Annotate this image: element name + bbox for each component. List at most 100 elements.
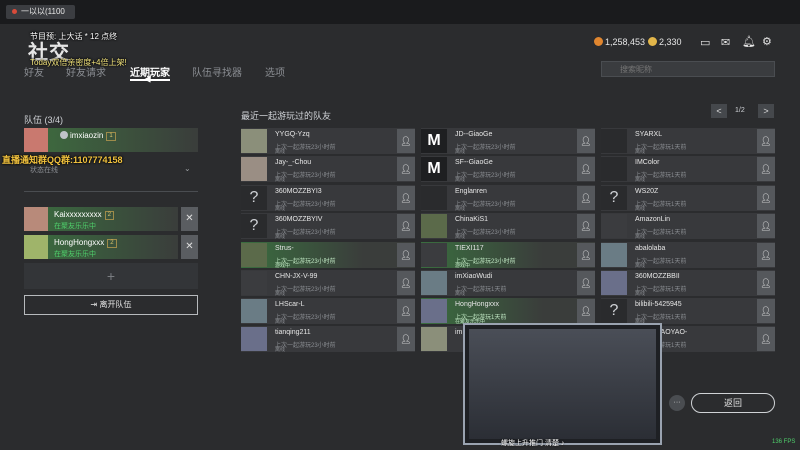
add-friend-button[interactable]: 👤︎ [577, 186, 595, 210]
avatar [421, 214, 447, 238]
party-member-name-row: Kaixxxxxxxxx 2 [54, 210, 114, 220]
party-member-name-row: HongHongxxx 2 [54, 238, 117, 248]
avatar [24, 128, 48, 152]
search-input[interactable] [601, 61, 775, 77]
recent-player-card[interactable]: Englanren 上次一起游玩23小时前 离线 👤︎ [421, 185, 595, 212]
currency-coins: 1,258,453 [594, 37, 645, 47]
recent-player-card[interactable]: 360MOZZBBII 上次一起游玩1天前 离线 👤︎ [601, 270, 775, 297]
add-friend-button[interactable]: 👤︎ [577, 271, 595, 295]
add-friend-button[interactable]: 👤︎ [397, 129, 415, 153]
bell-icon[interactable]: 🔔︎ [742, 35, 756, 48]
prev-page-button[interactable]: < [711, 104, 727, 118]
recent-player-status: 离线 [635, 177, 646, 183]
add-party-member-button[interactable]: + [24, 263, 198, 289]
party-leader-card[interactable]: imxiaozin 1 [24, 128, 198, 152]
recent-player-card[interactable]: ? 360MOZZBYIV 上次一起游玩23小时前 离线 👤︎ [241, 213, 415, 240]
recent-player-card[interactable]: ChinaKiS1 上次一起游玩23小时前 离线 👤︎ [421, 213, 595, 240]
add-friend-button[interactable]: 👤︎ [397, 214, 415, 238]
avatar [241, 243, 267, 267]
gem-amount: 2,330 [659, 37, 682, 47]
next-page-button[interactable]: > [758, 104, 774, 118]
party-member-card[interactable]: Kaixxxxxxxxx 2 在聚友乐乐中 [24, 207, 178, 231]
avatar: M [421, 129, 447, 153]
add-friend-button[interactable]: 👤︎ [397, 243, 415, 267]
add-friend-button[interactable]: 👤︎ [397, 186, 415, 210]
add-friend-button[interactable]: 👤︎ [757, 271, 775, 295]
add-friend-button[interactable]: 👤︎ [757, 157, 775, 181]
kick-member-button[interactable]: ✕ [181, 207, 198, 231]
add-friend-button[interactable]: 👤︎ [757, 129, 775, 153]
kick-member-button[interactable]: ✕ [181, 235, 198, 259]
recent-player-card[interactable]: HongHongxxx 上次一起游玩1天前 在聚友乐乐中 👤︎ [421, 298, 595, 325]
tab-options[interactable]: 选项 [265, 64, 285, 79]
party-leader-status: 状态在线 [30, 167, 58, 174]
chat-button[interactable]: ··· [669, 395, 685, 411]
add-friend-button[interactable]: 👤︎ [757, 243, 775, 267]
tab-friend-requests[interactable]: 好友请求 [66, 64, 106, 79]
recent-player-name: JD--GiaoGe [455, 131, 493, 138]
recent-player-card[interactable]: tianqing211 上次一起游玩23小时前 离线 👤︎ [241, 326, 415, 353]
webcam-caption: 螺旋上升推门 清楚 ♪ [501, 440, 565, 447]
chevron-down-icon[interactable]: ⌄ [184, 164, 191, 173]
recent-player-card[interactable]: ? WS20Z 上次一起游玩1天前 离线 👤︎ [601, 185, 775, 212]
recent-player-name: Jay-_-Chou [275, 159, 312, 166]
monitor-icon[interactable]: ▭ [700, 36, 710, 49]
recent-player-card[interactable]: TIEXI117 上次一起游玩23小时前 游戏中 👤︎ [421, 242, 595, 269]
recent-player-card[interactable]: CHN-JX-V-99 上次一起游玩23小时前 离线 👤︎ [241, 270, 415, 297]
avatar [24, 235, 48, 259]
recent-player-card[interactable]: Jay-_-Chou 上次一起游玩23小时前 离线 👤︎ [241, 156, 415, 183]
recent-player-card[interactable]: ? bilibili-5425945 上次一起游玩1天前 离线 👤︎ [601, 298, 775, 325]
add-friend-button[interactable]: 👤︎ [577, 214, 595, 238]
tab-party-finder[interactable]: 队伍寻找器 [192, 64, 242, 79]
party-member-card[interactable]: HongHongxxx 2 在聚友乐乐中 [24, 235, 178, 259]
add-friend-button[interactable]: 👤︎ [397, 327, 415, 351]
recent-player-status: 离线 [455, 149, 466, 155]
add-friend-button[interactable]: 👤︎ [757, 214, 775, 238]
recent-player-card[interactable]: M SF--GiaoGe 上次一起游玩23小时前 离线 👤︎ [421, 156, 595, 183]
recent-player-card[interactable]: AmazonLin 上次一起游玩1天前 离线 👤︎ [601, 213, 775, 240]
avatar [241, 129, 267, 153]
add-friend-button[interactable]: 👤︎ [577, 157, 595, 181]
unknown-avatar-icon: ? [601, 299, 627, 323]
recent-player-status: 离线 [275, 319, 286, 325]
recent-player-card[interactable]: YYGQ-Yzq 上次一起游玩23小时前 离线 👤︎ [241, 128, 415, 155]
recent-player-card[interactable]: IMColor 上次一起游玩1天前 离线 👤︎ [601, 156, 775, 183]
recent-player-status: 离线 [455, 206, 466, 212]
stream-title-badge: 一以以(1100 [6, 5, 75, 19]
avatar [421, 327, 447, 351]
mail-icon[interactable]: ✉ [721, 36, 730, 49]
avatar: M [421, 157, 447, 181]
recent-player-card[interactable]: M JD--GiaoGe 上次一起游玩23小时前 离线 👤︎ [421, 128, 595, 155]
add-friend-button[interactable]: 👤︎ [757, 299, 775, 323]
add-friend-button[interactable]: 👤︎ [397, 299, 415, 323]
add-friend-button[interactable]: 👤︎ [577, 129, 595, 153]
recent-player-name: AmazonLin [635, 216, 671, 223]
add-friend-button[interactable]: 👤︎ [397, 271, 415, 295]
recent-player-name: Strus- [275, 245, 294, 252]
leave-party-button[interactable]: ⇥ 离开队伍 [24, 295, 198, 315]
tab-friends[interactable]: 好友 [24, 64, 44, 79]
add-friend-button[interactable]: 👤︎ [397, 157, 415, 181]
recent-player-card[interactable]: abalolaba 上次一起游玩1天前 离线 👤︎ [601, 242, 775, 269]
recent-player-card[interactable]: LHScar-L 上次一起游玩23小时前 离线 👤︎ [241, 298, 415, 325]
avatar [601, 129, 627, 153]
webcam-scene [469, 329, 656, 439]
gear-icon[interactable]: ⚙ [762, 35, 772, 48]
recent-player-status: 离线 [275, 347, 286, 353]
avatar [241, 157, 267, 181]
add-friend-button[interactable]: 👤︎ [757, 327, 775, 351]
recent-player-status: 离线 [275, 149, 286, 155]
add-friend-button[interactable]: 👤︎ [577, 299, 595, 323]
recent-player-status: 离线 [455, 291, 466, 297]
back-button[interactable]: 返回 [691, 393, 775, 413]
avatar [421, 243, 447, 267]
recent-player-card[interactable]: imXiaoWudi 上次一起游玩1天前 离线 👤︎ [421, 270, 595, 297]
recent-player-card[interactable]: ? 360MOZZBYI3 上次一起游玩23小时前 离线 👤︎ [241, 185, 415, 212]
add-friend-button[interactable]: 👤︎ [577, 243, 595, 267]
recent-player-card[interactable]: SYARXL 上次一起游玩1天前 离线 👤︎ [601, 128, 775, 155]
add-friend-button[interactable]: 👤︎ [757, 186, 775, 210]
recent-player-card[interactable]: Strus- 上次一起游玩23小时前 游戏中 👤︎ [241, 242, 415, 269]
recent-player-name: HongHongxxx [455, 301, 499, 308]
party-member-name: HongHongxxx [54, 238, 105, 247]
recent-player-status: 游戏中 [275, 263, 291, 269]
